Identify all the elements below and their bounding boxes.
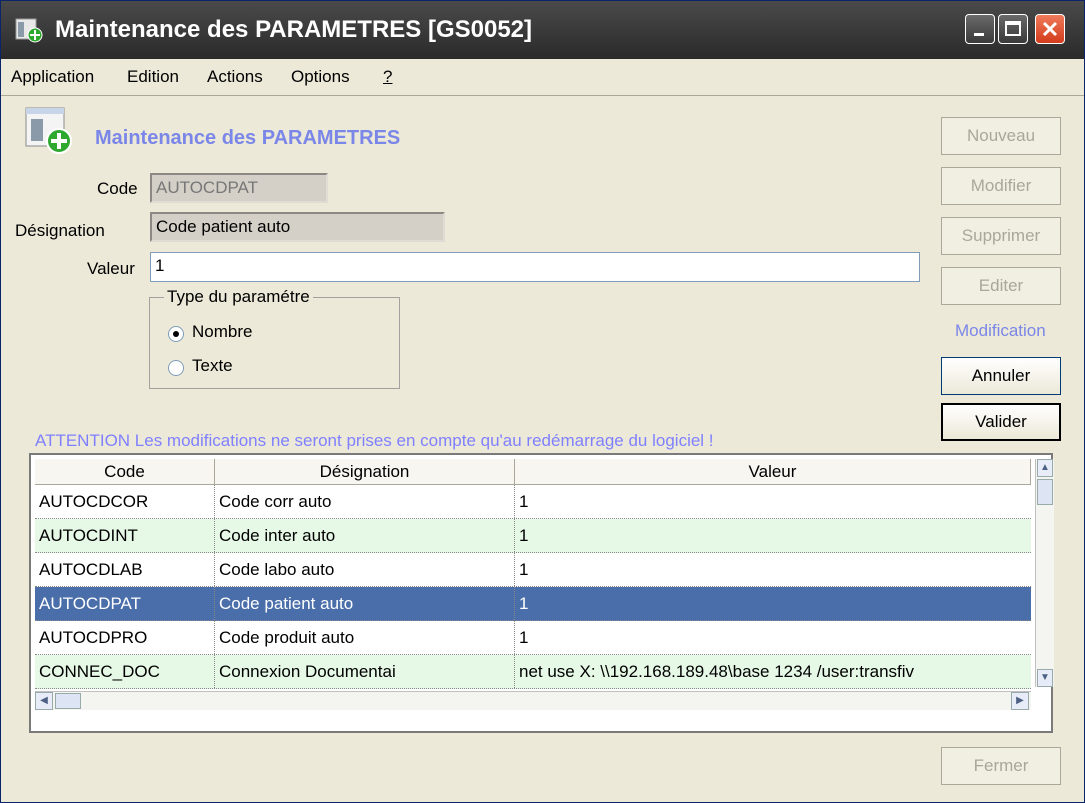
cell-code: CONNEC_DOC xyxy=(35,655,215,688)
warning-text: ATTENTION Les modifications ne seront pr… xyxy=(35,431,714,450)
valeur-input[interactable]: 1 xyxy=(150,252,920,282)
title-bar[interactable]: Maintenance des PARAMETRES [GS0052] xyxy=(1,1,1084,59)
column-header-code[interactable]: Code xyxy=(35,459,215,485)
menu-application[interactable]: Application xyxy=(11,67,94,87)
designation-field: Code patient auto xyxy=(150,212,445,242)
cell-valeur: 1 xyxy=(519,526,529,545)
code-label: Code xyxy=(97,179,138,198)
menu-actions[interactable]: Actions xyxy=(207,67,263,87)
scroll-down-icon[interactable]: ▼ xyxy=(1037,669,1053,687)
main-window: Maintenance des PARAMETRES [GS0052] Appl… xyxy=(0,0,1085,803)
cell-valeur: 1 xyxy=(519,628,529,647)
cell-code: AUTOCDINT xyxy=(35,519,215,552)
window-title: Maintenance des PARAMETRES [GS0052] xyxy=(55,16,533,43)
table-row-selected[interactable]: AUTOCDPAT Code patient auto 1 xyxy=(35,587,1031,621)
cell-code: AUTOCDPRO xyxy=(35,621,215,654)
cell-designation: Code labo auto xyxy=(215,553,515,586)
parameters-table: Code Désignation Valeur AUTOCDCOR Code c… xyxy=(29,453,1054,733)
cell-code: AUTOCDLAB xyxy=(35,553,215,586)
page-title: Maintenance des PARAMETRES xyxy=(95,127,401,149)
menu-bar: Application Edition Actions Options ? xyxy=(1,59,1084,96)
annuler-button[interactable]: Annuler xyxy=(941,357,1061,395)
menu-edition[interactable]: Edition xyxy=(127,67,179,87)
form-icon xyxy=(25,107,73,155)
modifier-button[interactable]: Modifier xyxy=(941,167,1061,205)
table-body: AUTOCDCOR Code corr auto 1 AUTOCDINT Cod… xyxy=(35,485,1031,689)
fermer-button[interactable]: Fermer xyxy=(941,747,1061,785)
nouveau-button[interactable]: Nouveau xyxy=(941,117,1061,155)
valider-button[interactable]: Valider xyxy=(941,403,1061,441)
table-row[interactable]: CONNEC_DOC Connexion Documentai net use … xyxy=(35,655,1031,689)
cell-code: AUTOCDPAT xyxy=(35,587,215,620)
editer-button[interactable]: Editer xyxy=(941,267,1061,305)
table-row[interactable]: AUTOCDPRO Code produit auto 1 xyxy=(35,621,1031,655)
table-row[interactable]: AUTOCDCOR Code corr auto 1 xyxy=(35,485,1031,519)
scroll-left-icon[interactable]: ◀ xyxy=(35,692,53,710)
content-area: Maintenance des PARAMETRES Code AUTOCDPA… xyxy=(15,97,1072,797)
cell-designation: Code patient auto xyxy=(215,587,515,620)
mode-label: Modification xyxy=(955,321,1046,340)
valeur-label: Valeur xyxy=(87,259,135,278)
table-header: Code Désignation Valeur xyxy=(35,459,1031,485)
cell-designation: Code produit auto xyxy=(215,621,515,654)
cell-code: AUTOCDCOR xyxy=(35,485,215,518)
close-button[interactable] xyxy=(1035,14,1065,44)
type-legend: Type du paramétre xyxy=(164,287,313,307)
column-header-designation[interactable]: Désignation xyxy=(215,459,515,485)
vertical-scroll-thumb[interactable] xyxy=(1037,479,1053,505)
table-row[interactable]: AUTOCDINT Code inter auto 1 xyxy=(35,519,1031,553)
cell-valeur: 1 xyxy=(519,560,529,579)
radio-texte[interactable] xyxy=(168,360,184,376)
horizontal-scroll-thumb[interactable] xyxy=(55,693,81,709)
app-icon xyxy=(15,17,43,43)
column-header-valeur[interactable]: Valeur xyxy=(515,459,1031,485)
cell-valeur: 1 xyxy=(519,594,529,613)
radio-texte-label[interactable]: Texte xyxy=(192,356,233,376)
cell-valeur: 1 xyxy=(519,492,529,511)
cell-valeur: net use X: \\192.168.189.48\base 1234 /u… xyxy=(519,662,915,681)
cell-designation: Code corr auto xyxy=(215,485,515,518)
radio-nombre[interactable] xyxy=(168,326,184,342)
minimize-button[interactable] xyxy=(965,14,995,44)
type-groupbox: Type du paramétre Nombre Texte xyxy=(149,287,400,389)
vertical-scrollbar[interactable]: ▲ ▼ xyxy=(1035,459,1054,687)
scroll-up-icon[interactable]: ▲ xyxy=(1037,459,1053,477)
supprimer-button[interactable]: Supprimer xyxy=(941,217,1061,255)
radio-nombre-label[interactable]: Nombre xyxy=(192,322,252,342)
menu-help[interactable]: ? xyxy=(383,67,392,87)
scroll-right-icon[interactable]: ▶ xyxy=(1011,692,1029,710)
horizontal-scrollbar[interactable]: ◀ ▶ xyxy=(35,691,1031,710)
designation-label: Désignation xyxy=(15,221,105,240)
menu-options[interactable]: Options xyxy=(291,67,350,87)
table-row[interactable]: AUTOCDLAB Code labo auto 1 xyxy=(35,553,1031,587)
cell-designation: Connexion Documentai xyxy=(215,655,515,688)
code-field: AUTOCDPAT xyxy=(150,173,328,203)
maximize-button[interactable] xyxy=(998,14,1028,44)
cell-designation: Code inter auto xyxy=(215,519,515,552)
